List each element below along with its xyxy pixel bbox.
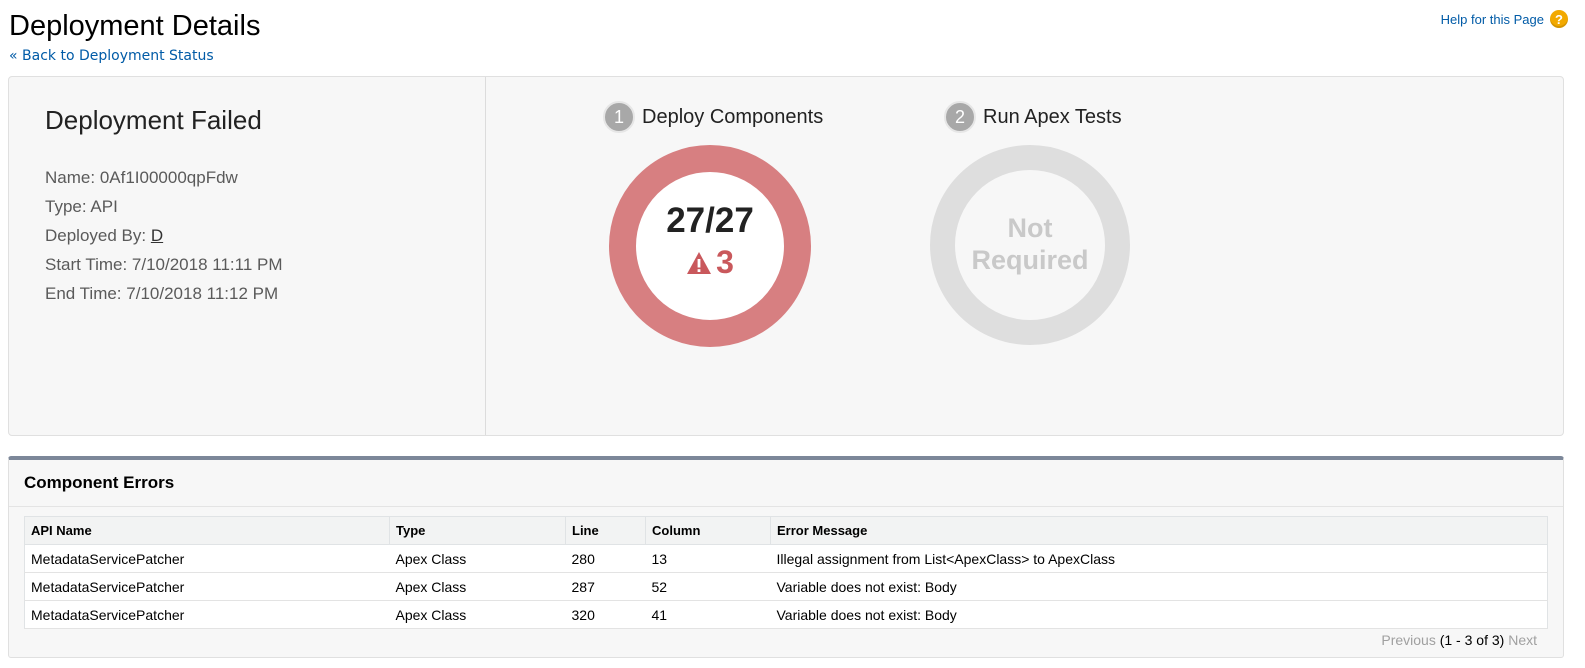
apex-tests-state-line1: Not: [1007, 213, 1053, 243]
column-header-column[interactable]: Column: [645, 516, 771, 545]
apex-tests-progress-ring: Not Required: [930, 145, 1130, 345]
help-for-this-page-link[interactable]: Help for this Page ?: [1441, 10, 1568, 28]
cell-line: 320: [565, 600, 646, 629]
cell-type: Apex Class: [389, 600, 566, 629]
step-run-apex-tests-header: 2 Run Apex Tests: [944, 101, 1122, 133]
info-name-value: 0Af1I00000qpFdw: [99, 168, 238, 187]
component-errors-panel: Component Errors API Name Type Line Colu…: [8, 456, 1564, 658]
deployed-by-user-link[interactable]: D: [151, 226, 163, 245]
cell-line: 280: [565, 544, 646, 573]
step-number-badge: 2: [944, 101, 976, 133]
help-icon: ?: [1550, 10, 1568, 28]
info-deployed-by-label: Deployed By:: [45, 226, 147, 245]
warning-icon: [687, 251, 712, 274]
help-link-label: Help for this Page: [1440, 11, 1544, 27]
apex-tests-state-line2: Required: [971, 245, 1089, 275]
step-number-badge: 1: [603, 101, 635, 133]
info-end-time-label: End Time:: [45, 284, 122, 303]
column-header-error-message[interactable]: Error Message: [770, 516, 1548, 545]
pagination-range: (1 - 3 of 3): [1439, 632, 1505, 648]
deploy-components-progress-ring: 27/27 3: [609, 145, 811, 347]
cell-api-name: MetadataServicePatcher: [24, 544, 390, 573]
component-errors-table: API Name Type Line Column Error Message …: [24, 516, 1548, 629]
info-name: Name: 0Af1I00000qpFdw: [45, 163, 283, 192]
info-start-time-value: 7/10/2018 11:11 PM: [131, 255, 283, 274]
cell-column: 13: [645, 544, 771, 573]
info-end-time-value: 7/10/2018 11:12 PM: [126, 284, 279, 303]
next-page-link[interactable]: Next: [1508, 632, 1537, 648]
step-label: Deploy Components: [642, 105, 824, 128]
deployment-info: Deployment Failed Name: 0Af1I00000qpFdw …: [9, 77, 486, 435]
info-start-time: Start Time: 7/10/2018 11:11 PM: [45, 250, 283, 279]
table-row: MetadataServicePatcher Apex Class 320 41…: [24, 600, 1548, 629]
deployment-status-title: Deployment Failed: [45, 105, 262, 135]
cell-line: 287: [565, 572, 646, 601]
pagination: Previous (1 - 3 of 3) Next: [1381, 632, 1537, 648]
table-header-row: API Name Type Line Column Error Message: [24, 516, 1548, 545]
info-deployed-by: Deployed By: D: [45, 221, 283, 250]
table-row: MetadataServicePatcher Apex Class 287 52…: [24, 572, 1548, 601]
column-header-api-name[interactable]: API Name: [24, 516, 390, 545]
column-header-line[interactable]: Line: [565, 516, 646, 545]
info-end-time: End Time: 7/10/2018 11:12 PM: [45, 279, 283, 308]
column-header-type[interactable]: Type: [389, 516, 566, 545]
info-start-time-label: Start Time:: [45, 255, 128, 274]
cell-error-message: Variable does not exist: Body: [770, 572, 1548, 601]
cell-column: 52: [645, 572, 771, 601]
info-type-label: Type:: [45, 197, 87, 216]
table-row: MetadataServicePatcher Apex Class 280 13…: [24, 544, 1548, 573]
cell-type: Apex Class: [389, 544, 566, 573]
page-title: Deployment Details: [9, 10, 261, 42]
cell-error-message: Variable does not exist: Body: [770, 600, 1548, 629]
cell-api-name: MetadataServicePatcher: [24, 572, 390, 601]
error-count-value: 3: [716, 244, 734, 280]
component-count: 27/27: [666, 201, 754, 240]
step-label: Run Apex Tests: [983, 105, 1122, 128]
cell-api-name: MetadataServicePatcher: [24, 600, 390, 629]
info-type: Type: API: [45, 192, 283, 221]
step-deploy-components: 1 Deploy Components 27/27 3: [603, 101, 843, 401]
back-to-deployment-status-link[interactable]: « Back to Deployment Status: [9, 48, 214, 64]
deployment-status-panel: Deployment Failed Name: 0Af1I00000qpFdw …: [8, 76, 1564, 436]
cell-error-message: Illegal assignment from List<ApexClass> …: [770, 544, 1548, 573]
step-run-apex-tests: 2 Run Apex Tests Not Required: [930, 101, 1184, 401]
info-name-label: Name:: [45, 168, 96, 187]
component-errors-title: Component Errors: [24, 473, 175, 492]
step-deploy-components-header: 1 Deploy Components: [603, 101, 823, 133]
cell-type: Apex Class: [389, 572, 566, 601]
divider: [9, 506, 1563, 507]
deployment-info-list: Name: 0Af1I00000qpFdw Type: API Deployed…: [45, 163, 283, 308]
cell-column: 41: [645, 600, 771, 629]
component-error-count: 3: [636, 244, 784, 281]
info-type-value: API: [90, 197, 118, 216]
apex-tests-state: Not Required: [955, 212, 1105, 276]
previous-page-link[interactable]: Previous: [1381, 632, 1435, 648]
page-header: Deployment Details « Back to Deployment …: [9, 8, 1574, 70]
